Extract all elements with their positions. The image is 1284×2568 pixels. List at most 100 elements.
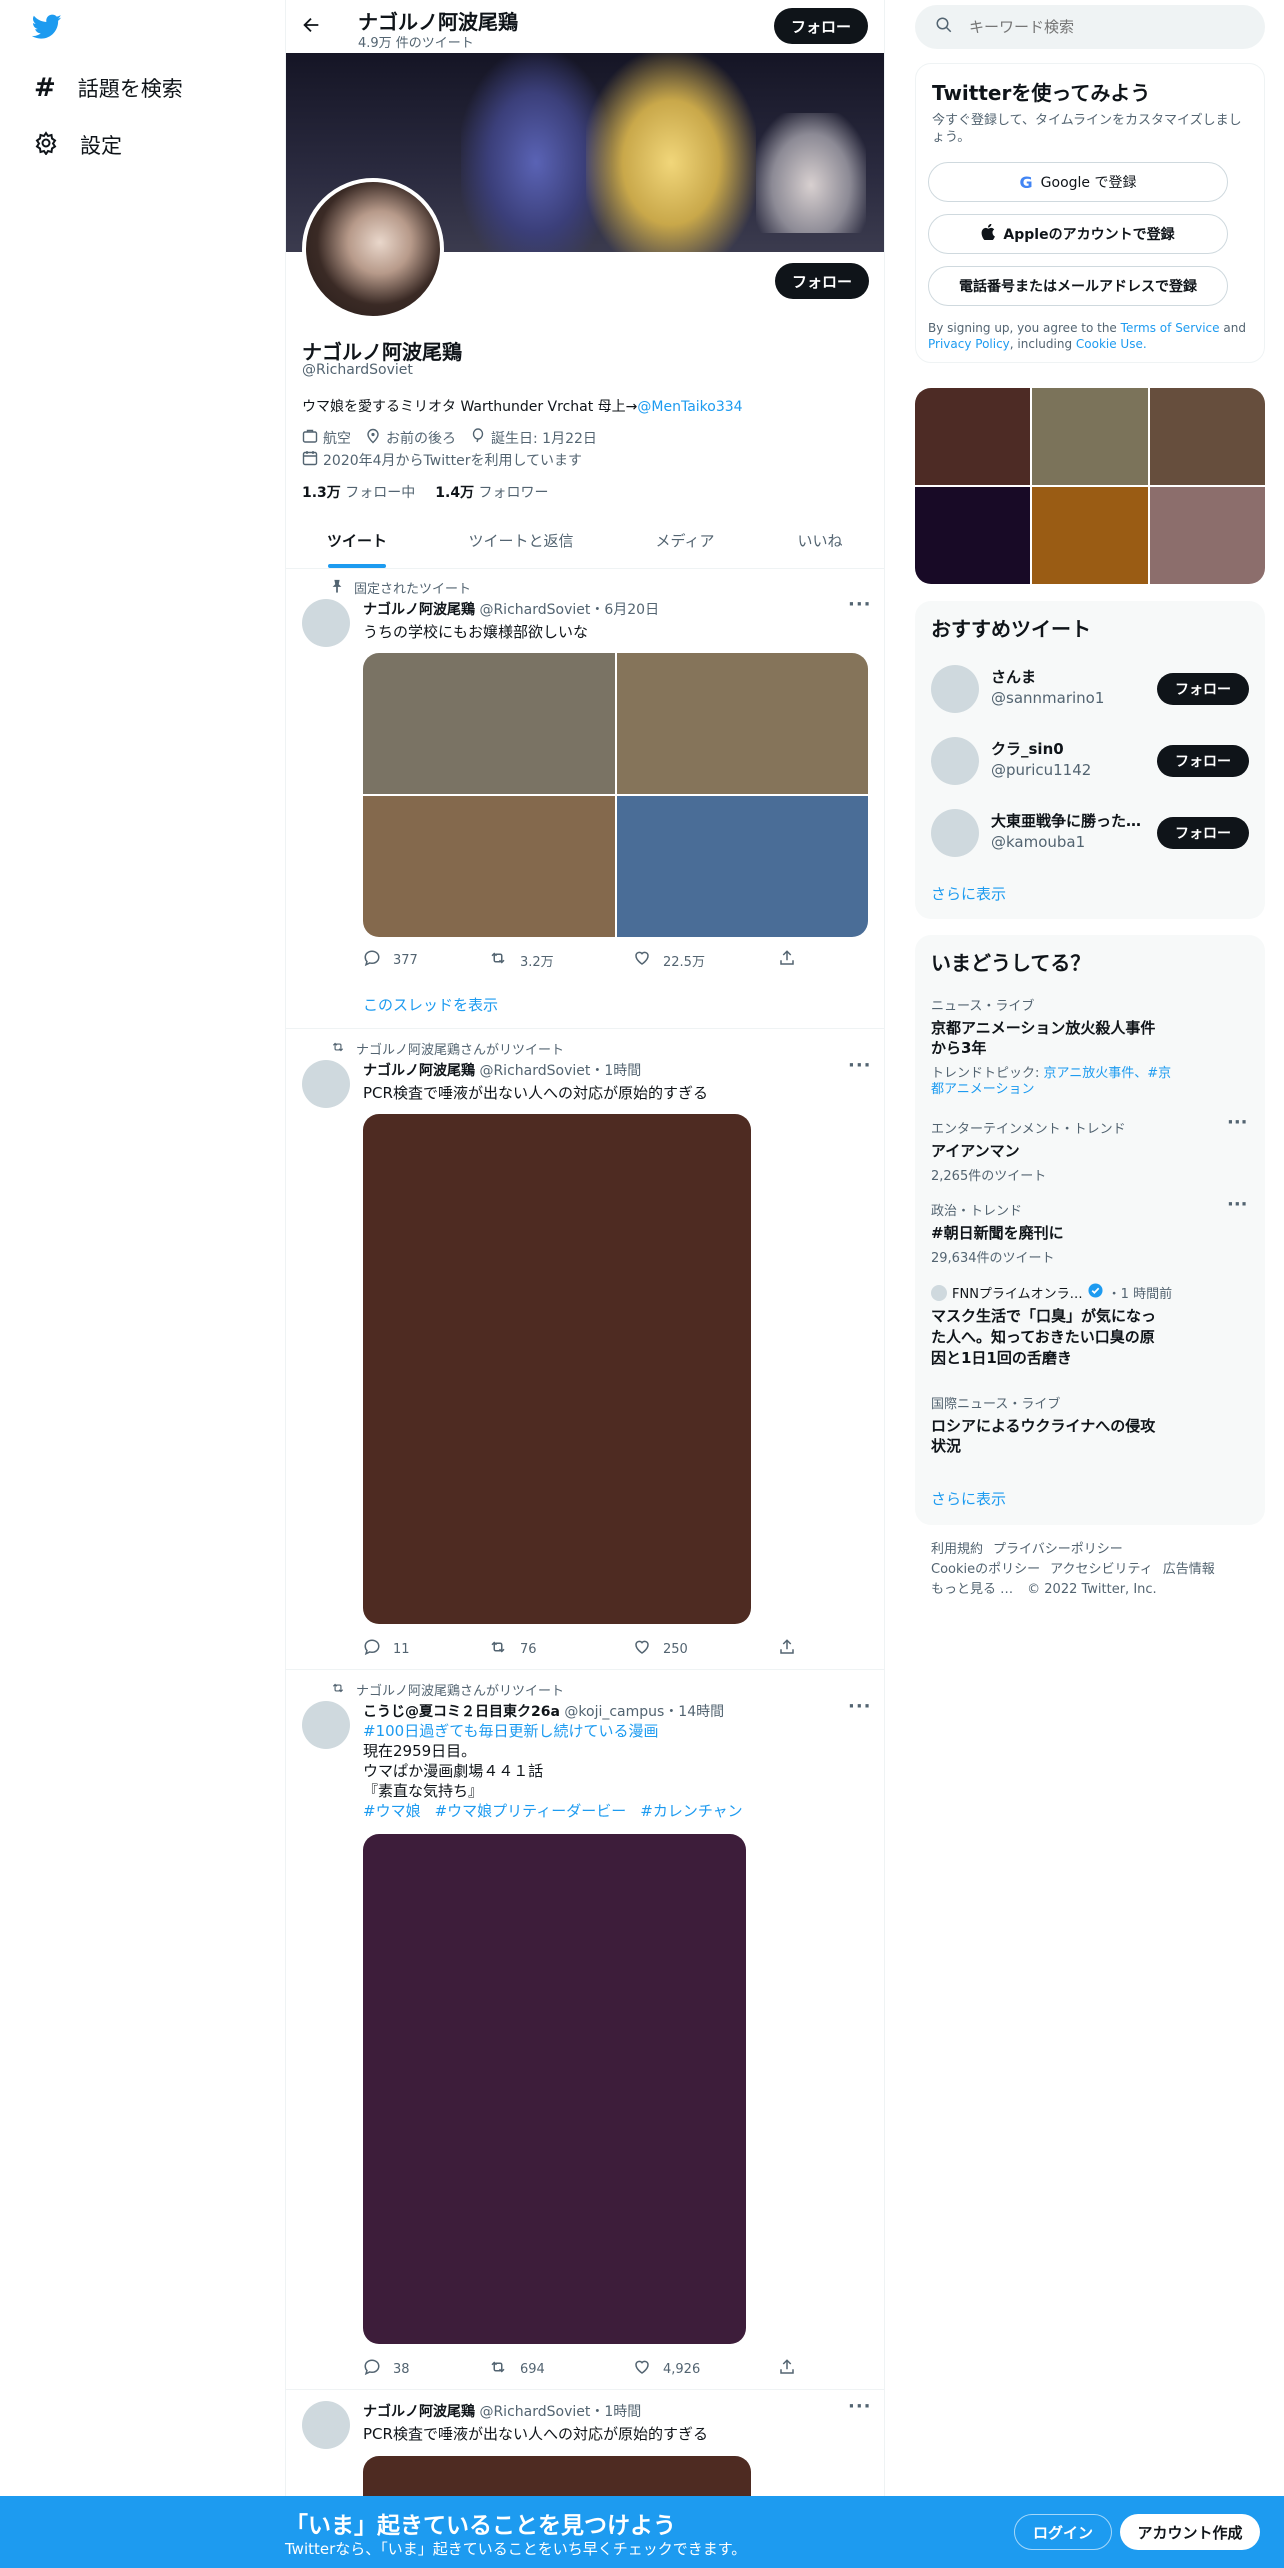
more-options-icon[interactable]: ··· xyxy=(848,594,872,615)
trend-item[interactable]: エンターテインメント・トレンド アイアンマン 2,265件のツイート ··· xyxy=(931,1112,1251,1184)
media-thumbnail[interactable] xyxy=(1149,487,1265,584)
footer-ads-link[interactable]: 広告情報 xyxy=(1163,1560,1215,1580)
tweet-hashtag[interactable]: #カレンチャン xyxy=(640,1801,742,1821)
trends-more-link[interactable]: さらに表示 xyxy=(931,1488,1006,1509)
tweet-author-name[interactable]: ナゴルノ阿波尾鶏 xyxy=(363,602,475,618)
trend-item[interactable]: 政治・トレンド #朝日新聞を廃刊に 29,634件のツイート ··· xyxy=(931,1194,1251,1266)
trend-item[interactable]: ニュース・ライブ 京都アニメーション放火殺人事件から3年 トレンドトピック: 京… xyxy=(931,995,1251,1098)
retweet-button[interactable]: 3.2万 xyxy=(488,949,633,971)
trend-item[interactable]: 国際ニュース・ライブ ロシアによるウクライナへの侵攻状況 xyxy=(931,1393,1251,1456)
recommended-user[interactable]: 大東亜戦争に勝った… @kamouba1 フォロー xyxy=(915,797,1265,869)
tweet-hashtag[interactable]: #ウマ娘 xyxy=(363,1801,421,1821)
share-button[interactable] xyxy=(778,949,808,971)
user-avatar[interactable] xyxy=(931,809,979,857)
like-button[interactable]: 22.5万 xyxy=(633,949,778,971)
tweet-author-handle[interactable]: @RichardSoviet xyxy=(479,602,590,618)
more-options-icon[interactable]: ··· xyxy=(848,1696,872,1717)
tweet-hashtag[interactable]: #ウマ娘プリティーダービー xyxy=(435,1801,627,1821)
more-options-icon[interactable]: ··· xyxy=(1227,1112,1248,1133)
tweet-time[interactable]: ・1時間 xyxy=(590,1063,641,1079)
show-thread-link[interactable]: このスレッドを表示 xyxy=(363,994,498,1015)
tweet-avatar[interactable] xyxy=(302,1060,350,1108)
like-button[interactable]: 250 xyxy=(633,1638,778,1660)
recommended-user[interactable]: さんま @sannmarino1 フォロー xyxy=(915,653,1265,725)
tweet-avatar[interactable] xyxy=(302,1701,350,1749)
more-options-icon[interactable]: ··· xyxy=(848,2396,872,2417)
retweet-button[interactable]: 694 xyxy=(488,2358,633,2380)
tweet-author-handle[interactable]: @RichardSoviet xyxy=(479,1063,590,1079)
back-arrow-icon[interactable] xyxy=(300,14,322,40)
profile-avatar[interactable] xyxy=(302,178,444,320)
following-stat[interactable]: 1.3万 フォロー中 xyxy=(302,482,415,502)
search-box[interactable] xyxy=(915,5,1265,49)
tab-tweets[interactable]: ツイート xyxy=(286,512,428,568)
search-input[interactable] xyxy=(969,18,1229,36)
tweet-media-image[interactable] xyxy=(363,796,615,937)
tweet-media-image[interactable] xyxy=(616,796,868,937)
nav-explore[interactable]: # 話題を検索 xyxy=(34,68,183,108)
footer-more-link[interactable]: もっと見る … xyxy=(931,1580,1013,1600)
recommended-more-link[interactable]: さらに表示 xyxy=(931,883,1006,904)
terms-link[interactable]: Terms of Service xyxy=(1121,321,1220,335)
login-button[interactable]: ログイン xyxy=(1014,2514,1112,2550)
recommended-user[interactable]: クラ_sin0 @puricu1142 フォロー xyxy=(915,725,1265,797)
bio-mention-link[interactable]: @MenTaiko334 xyxy=(637,399,742,415)
media-thumbnail[interactable] xyxy=(1149,388,1265,485)
retweet-button[interactable]: 76 xyxy=(488,1638,633,1660)
tab-likes[interactable]: いいね xyxy=(756,512,884,568)
trend-news-item[interactable]: FNNプライムオンラ… ・1 時間前 マスク生活で「口臭」が気になった人へ。知っ… xyxy=(931,1283,1251,1369)
share-button[interactable] xyxy=(778,2358,808,2380)
tweet-retweeted-1[interactable]: ナゴルノ阿波尾鶏さんがリツイート ナゴルノ阿波尾鶏 @RichardSoviet… xyxy=(286,1030,884,1670)
media-thumbnail[interactable] xyxy=(1032,487,1148,584)
follow-button[interactable]: フォロー xyxy=(1157,817,1249,849)
user-avatar[interactable] xyxy=(931,665,979,713)
footer-cookie-link[interactable]: Cookieのポリシー xyxy=(931,1560,1040,1580)
user-avatar[interactable] xyxy=(931,737,979,785)
footer-terms-link[interactable]: 利用規約 xyxy=(931,1540,983,1560)
tweet-author-handle[interactable]: @RichardSoviet xyxy=(479,2404,590,2420)
tweet-media-image[interactable] xyxy=(363,1114,751,1624)
tab-media[interactable]: メディア xyxy=(614,512,756,568)
tab-tweets-replies[interactable]: ツイートと返信 xyxy=(428,512,614,568)
header-follow-button[interactable]: フォロー xyxy=(774,8,868,44)
media-thumbnail[interactable] xyxy=(1032,388,1148,485)
cookie-link[interactable]: Cookie Use. xyxy=(1076,337,1147,351)
tweet-time[interactable]: ・6月20日 xyxy=(590,602,659,618)
tweet-pinned[interactable]: 固定されたツイート ナゴルノ阿波尾鶏 @RichardSoviet・6月20日 … xyxy=(286,569,884,1029)
tweet-avatar[interactable] xyxy=(302,599,350,647)
phone-signup-button[interactable]: 電話番号またはメールアドレスで登録 xyxy=(928,266,1228,306)
more-options-icon[interactable]: ··· xyxy=(1227,1194,1248,1215)
tweet-media-image[interactable] xyxy=(616,653,868,794)
tweet-media-grid[interactable] xyxy=(363,653,868,937)
privacy-link[interactable]: Privacy Policy xyxy=(928,337,1010,351)
apple-signup-button[interactable]: Appleのアカウントで登録 xyxy=(928,214,1228,254)
reply-button[interactable]: 38 xyxy=(363,2358,488,2380)
tweet-author-name[interactable]: こうじ@夏コミ２日目東ク26a xyxy=(363,1704,560,1720)
media-thumbnail[interactable] xyxy=(915,487,1031,584)
follow-button[interactable]: フォロー xyxy=(1157,745,1249,777)
more-options-icon[interactable]: ··· xyxy=(848,1055,872,1076)
followers-stat[interactable]: 1.4万 フォロワー xyxy=(435,482,548,502)
tweet-media-image[interactable] xyxy=(363,653,615,794)
tweet-avatar[interactable] xyxy=(302,2401,350,2449)
tweet-author-name[interactable]: ナゴルノ阿波尾鶏 xyxy=(363,1063,475,1079)
nav-settings[interactable]: 設定 xyxy=(34,125,122,165)
google-signup-button[interactable]: G Google で登録 xyxy=(928,162,1228,202)
reply-button[interactable]: 377 xyxy=(363,949,488,971)
tweet-author-name[interactable]: ナゴルノ阿波尾鶏 xyxy=(363,2404,475,2420)
tweet-media-image[interactable] xyxy=(363,1834,746,2344)
follow-button[interactable]: フォロー xyxy=(1157,673,1249,705)
footer-privacy-link[interactable]: プライバシーポリシー xyxy=(993,1540,1123,1560)
reply-button[interactable]: 11 xyxy=(363,1638,488,1660)
tweet-hashtag[interactable]: #100日過ぎても毎日更新し続けている漫画 xyxy=(363,1721,743,1741)
like-button[interactable]: 4,926 xyxy=(633,2358,778,2380)
share-button[interactable] xyxy=(778,1638,808,1660)
profile-follow-button[interactable]: フォロー xyxy=(775,263,869,299)
footer-accessibility-link[interactable]: アクセシビリティ xyxy=(1050,1560,1153,1580)
media-thumbnail[interactable] xyxy=(915,388,1031,485)
create-account-button[interactable]: アカウント作成 xyxy=(1120,2514,1260,2550)
tweet-time[interactable]: ・1時間 xyxy=(590,2404,641,2420)
tweet-time[interactable]: ・14時間 xyxy=(664,1704,724,1720)
tweet-author-handle[interactable]: @koji_campus xyxy=(564,1704,664,1720)
twitter-logo-icon[interactable] xyxy=(31,14,62,44)
